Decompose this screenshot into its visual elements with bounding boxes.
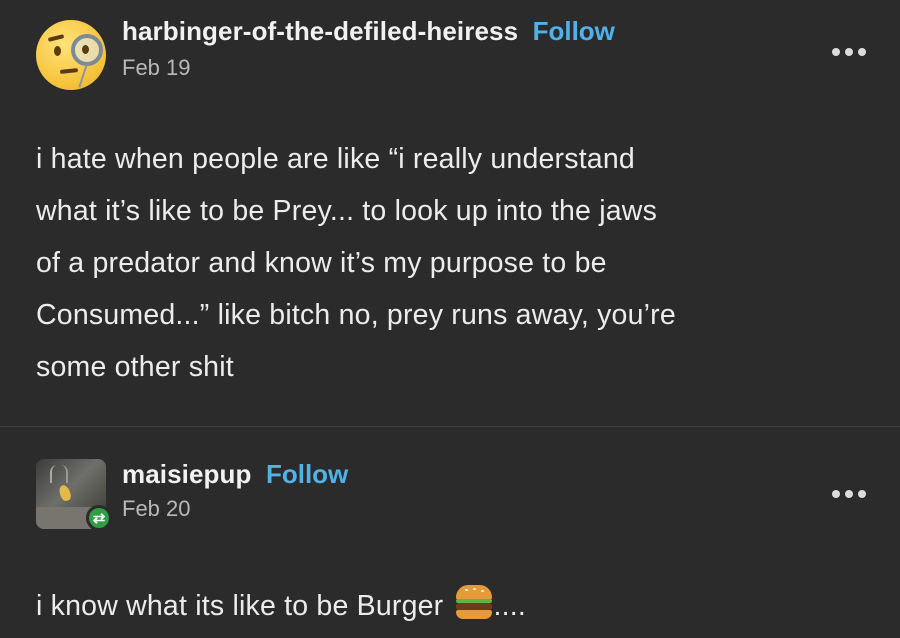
post-header: maisiepup Follow Feb 20 xyxy=(122,459,348,522)
more-options-icon[interactable] xyxy=(832,487,866,501)
username-link[interactable]: maisiepup xyxy=(122,459,252,489)
post-date[interactable]: Feb 20 xyxy=(122,496,348,522)
post-original: harbinger-of-the-defiled-heiress Follow … xyxy=(0,0,900,426)
monocle-face-emoji-icon xyxy=(36,20,106,90)
avatar[interactable]: ⇄ xyxy=(36,459,112,531)
follow-button[interactable]: Follow xyxy=(533,16,615,46)
post-date[interactable]: Feb 19 xyxy=(122,55,615,81)
post-reblog: ⇄ maisiepup Follow Feb 20 i know what it… xyxy=(0,427,900,638)
post-body-text: i know what its like to be Burger xyxy=(36,590,452,622)
reblog-icon: ⇄ xyxy=(86,505,112,531)
avatar[interactable] xyxy=(36,20,106,90)
post-body: i know what its like to be Burger .... xyxy=(36,580,866,632)
post-body-ellipsis: .... xyxy=(493,590,526,622)
more-options-icon[interactable] xyxy=(832,45,866,59)
post-body: i hate when people are like “i really un… xyxy=(36,143,676,383)
follow-button[interactable]: Follow xyxy=(266,459,348,489)
post-header: harbinger-of-the-defiled-heiress Follow … xyxy=(122,16,615,81)
username-link[interactable]: harbinger-of-the-defiled-heiress xyxy=(122,16,518,46)
hamburger-emoji-icon xyxy=(455,585,492,619)
